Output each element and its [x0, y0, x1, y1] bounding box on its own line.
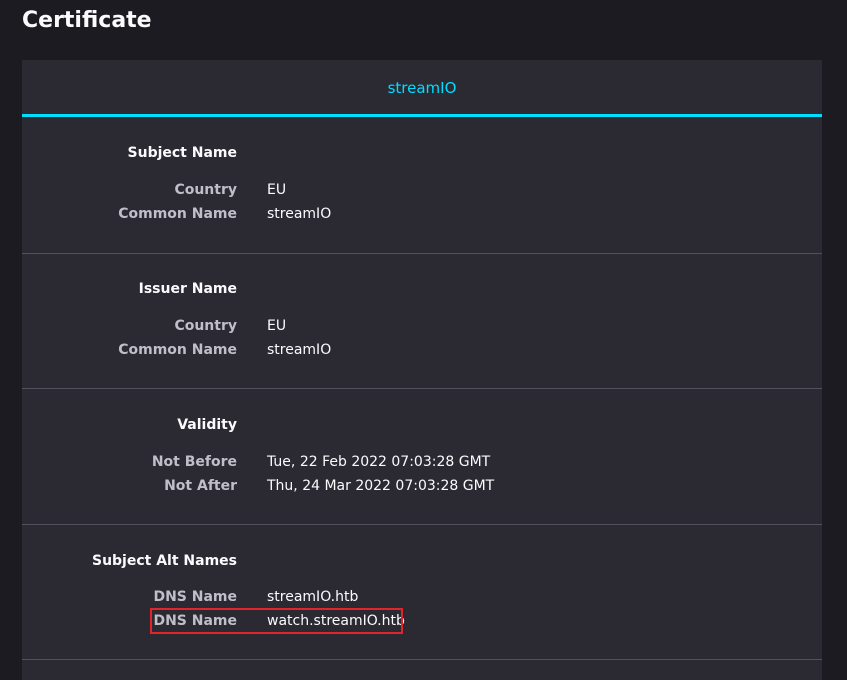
info-row: Country EU [22, 314, 822, 338]
row-value: streamIO [267, 342, 332, 358]
subject-name-section: Subject Name Country EU Common Name stre… [22, 117, 822, 254]
row-value: watch.streamIO.htb [267, 613, 405, 629]
row-label: Common Name [118, 206, 237, 222]
row-label: Not Before [151, 454, 237, 470]
section-heading: Subject Alt Names [91, 553, 237, 569]
row-label: Country [174, 318, 237, 334]
issuer-name-section: Issuer Name Country EU Common Name strea… [22, 254, 822, 389]
section-heading: Validity [177, 417, 237, 433]
info-row-highlighted: DNS Name watch.streamIO.htb [22, 608, 822, 634]
row-value: EU [267, 318, 287, 334]
row-value: streamIO.htb [267, 589, 359, 605]
subject-alt-names-section: Subject Alt Names DNS Name streamIO.htb … [22, 525, 822, 660]
row-label: Country [174, 182, 237, 198]
row-value: EU [267, 182, 287, 198]
info-row: Common Name streamIO [22, 202, 822, 226]
certificate-card: streamIO Subject Name Country EU Common … [22, 60, 822, 680]
row-label: DNS Name [153, 589, 237, 605]
info-row: Country EU [22, 178, 822, 202]
row-label: Not After [164, 478, 237, 494]
row-label: DNS Name [153, 613, 237, 629]
page-title: Certificate [22, 8, 152, 33]
section-heading: Subject Name [127, 145, 237, 161]
row-label: Common Name [118, 342, 237, 358]
validity-section: Validity Not Before Tue, 22 Feb 2022 07:… [22, 389, 822, 525]
certificate-tab-bar: streamIO [22, 60, 822, 117]
section-heading: Issuer Name [138, 281, 237, 297]
info-row: Common Name streamIO [22, 338, 822, 362]
info-row: DNS Name streamIO.htb [22, 585, 822, 609]
row-value: Tue, 22 Feb 2022 07:03:28 GMT [267, 454, 491, 470]
row-value: Thu, 24 Mar 2022 07:03:28 GMT [267, 478, 495, 494]
info-row: Not After Thu, 24 Mar 2022 07:03:28 GMT [22, 474, 822, 498]
row-value: streamIO [267, 206, 332, 222]
tab-streamio[interactable]: streamIO [388, 78, 457, 98]
info-row: Not Before Tue, 22 Feb 2022 07:03:28 GMT [22, 450, 822, 474]
